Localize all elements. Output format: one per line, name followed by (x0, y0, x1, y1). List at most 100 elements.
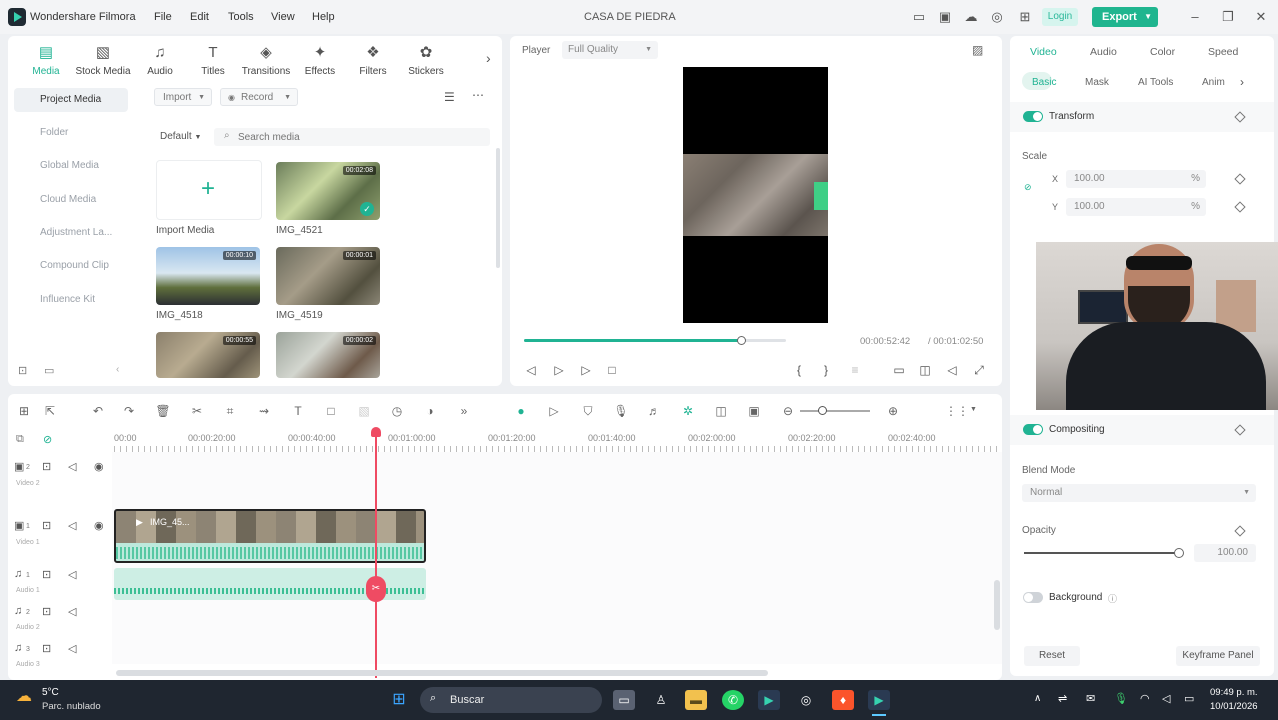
ai-icon[interactable]: ● (513, 404, 529, 418)
subtab-mask[interactable]: Mask (1085, 77, 1109, 88)
media-thumbnail[interactable]: 00:02:08 ✓ (276, 162, 380, 220)
render-icon[interactable]: ▷ (546, 404, 562, 418)
taskbar-search[interactable]: ⌕ Buscar (420, 687, 602, 713)
import-dropdown[interactable]: Import ▼ (154, 88, 212, 106)
volume-icon[interactable]: ◁ (945, 363, 959, 377)
folder-icon[interactable]: ▭ (44, 364, 54, 377)
chevron-right-icon[interactable]: › (486, 50, 491, 66)
marker-icon[interactable]: ⛉ (580, 404, 596, 419)
keyframe-icon[interactable] (1234, 201, 1246, 213)
tab-color[interactable]: Color (1150, 46, 1175, 58)
camera-icon[interactable]: ◫ (918, 363, 932, 377)
chevron-up-icon[interactable]: ∧ (1034, 693, 1041, 704)
next-frame-icon[interactable]: ▷ (552, 363, 566, 377)
media-thumbnail[interactable]: 00:00:02 (276, 332, 380, 378)
search-input[interactable] (238, 129, 478, 145)
scale-x-input[interactable]: 100.00% (1066, 170, 1206, 188)
layout-icon[interactable]: ⊞ (16, 404, 32, 418)
zoom-in-icon[interactable]: ⊕ (885, 404, 901, 418)
sidebar-item-compound-clip[interactable]: Compound Clip (14, 254, 128, 278)
opacity-slider-knob[interactable] (1174, 548, 1184, 558)
horizontal-scrollbar[interactable] (116, 670, 768, 676)
weather-icon[interactable]: ☁ (16, 686, 32, 706)
sidebar-item-influence-kit[interactable]: Influence Kit (14, 288, 128, 312)
undo-icon[interactable]: ↶ (90, 404, 106, 418)
clock-time[interactable]: 09:49 p. m. (1210, 687, 1258, 698)
zoom-slider-knob[interactable] (818, 406, 827, 415)
search-box[interactable]: ⌕ (214, 128, 490, 146)
new-folder-icon[interactable]: ⊡ (18, 364, 27, 377)
vertical-scrollbar[interactable] (994, 580, 1000, 630)
tab-audio[interactable]: ♫ Audio (130, 44, 190, 77)
battery-icon[interactable]: ▭ (1184, 692, 1194, 705)
eye-icon[interactable]: ◉ (94, 519, 104, 532)
mark-in-icon[interactable]: { (792, 363, 806, 377)
microphone-icon[interactable]: 🎙 (1114, 692, 1128, 705)
sort-dropdown[interactable]: Default ▼ (154, 128, 210, 146)
play-icon[interactable]: ▷ (579, 363, 593, 377)
more-icon[interactable]: ⋯ (472, 88, 484, 102)
import-media-tile[interactable]: + (156, 160, 262, 220)
media-scrollbar[interactable] (496, 148, 500, 268)
tab-audio[interactable]: Audio (1090, 46, 1117, 58)
opacity-input[interactable]: 100.00 (1194, 544, 1256, 562)
redo-icon[interactable]: ↷ (121, 404, 137, 418)
lock-icon[interactable]: ⊡ (42, 605, 51, 618)
whatsapp-icon[interactable]: ✆ (722, 690, 744, 710)
subtab-basic[interactable]: Basic (1032, 77, 1056, 88)
tab-video[interactable]: Video (1030, 46, 1057, 58)
lock-icon[interactable]: ⊡ (42, 460, 51, 473)
filmora-taskbar-icon[interactable]: ▶ (758, 690, 780, 710)
media-thumbnail[interactable]: 00:00:10 (156, 247, 260, 305)
text-icon[interactable]: T (290, 404, 306, 418)
playhead-line[interactable] (375, 430, 377, 678)
sidebar-item-adjustment-layer[interactable]: Adjustment La... (14, 221, 128, 245)
snap-icon[interactable]: ✲ (680, 404, 696, 418)
split-scissors-icon[interactable]: ✂ (366, 576, 386, 602)
clock-date[interactable]: 10/01/2026 (1210, 701, 1258, 712)
split-icon[interactable]: ✂ (189, 404, 205, 418)
file-explorer-icon[interactable]: ▬ (685, 690, 707, 710)
eye-icon[interactable]: ◉ (94, 460, 104, 473)
tab-media[interactable]: ▤ Media (16, 44, 76, 77)
gift-icon[interactable]: ⊞ (1018, 10, 1032, 24)
subtitle-icon[interactable]: ▣ (746, 404, 762, 418)
display-icon[interactable]: ▭ (892, 363, 906, 377)
speaker-icon[interactable]: ◁ (68, 568, 76, 581)
mail-icon[interactable]: ✉ (1086, 692, 1095, 705)
subtab-animation[interactable]: Anim (1202, 77, 1225, 88)
link-tracks-icon[interactable]: ⊘ (43, 433, 52, 446)
previous-frame-icon[interactable]: ◁ (524, 363, 538, 377)
brave-icon[interactable]: ♦ (832, 690, 854, 710)
filter-icon[interactable]: ☰ (444, 90, 455, 104)
reset-button[interactable]: Reset (1024, 646, 1080, 666)
menu-help[interactable]: Help (312, 11, 335, 23)
speaker-icon[interactable]: ◁ (68, 605, 76, 618)
speaker-icon[interactable]: ◁ (68, 519, 76, 532)
media-thumbnail[interactable]: 00:00:55 (156, 332, 260, 378)
windows-start-icon[interactable]: ⊞ (388, 690, 410, 710)
media-thumbnail[interactable]: 00:00:01 (276, 247, 380, 305)
select-tool-icon[interactable]: ⇱ (42, 404, 58, 418)
lock-icon[interactable]: ⊡ (42, 642, 51, 655)
maximize-icon[interactable]: ❐ (1221, 10, 1235, 24)
grid-view-icon[interactable]: ⋮⋮ (945, 404, 969, 418)
tab-titles[interactable]: T Titles (183, 44, 243, 77)
tab-effects[interactable]: ✦ Effects (290, 44, 350, 77)
menu-file[interactable]: File (154, 11, 172, 23)
playhead-knob[interactable] (737, 336, 747, 345)
login-button[interactable]: Login (1042, 8, 1078, 26)
subtab-ai-tools[interactable]: AI Tools (1138, 77, 1173, 88)
chevron-right-icon[interactable]: › (1240, 75, 1244, 89)
mark-out-icon[interactable]: } (819, 363, 833, 377)
help-icon[interactable]: ⓘ (1108, 592, 1117, 605)
minimize-icon[interactable]: – (1188, 10, 1202, 24)
zoom-out-icon[interactable]: ⊖ (780, 404, 796, 418)
task-view-icon[interactable]: ▭ (613, 690, 635, 710)
audio-edit-icon[interactable]: ♬ (646, 404, 662, 418)
record-dropdown[interactable]: ◉ Record ▼ (220, 88, 298, 106)
keyframe-panel-button[interactable]: Keyframe Panel (1176, 646, 1260, 666)
snapshot-icon[interactable]: ▨ (972, 43, 983, 57)
tab-stock-media[interactable]: ▧ Stock Media (73, 44, 133, 77)
export-button[interactable]: Export ▼ (1092, 7, 1158, 27)
